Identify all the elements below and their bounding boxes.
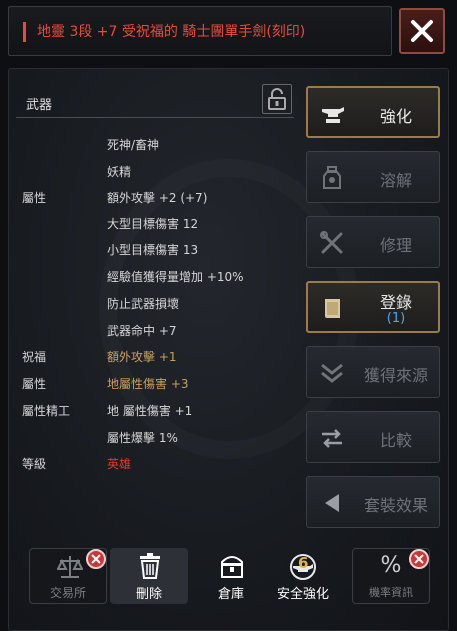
unavailable-badge (409, 549, 429, 569)
swap-icon (322, 429, 342, 448)
close-icon (91, 554, 101, 564)
dissolve-label: 溶解 (379, 171, 412, 190)
chevron-down-icon (321, 363, 343, 383)
attribute-row: 妖精 (22, 163, 302, 183)
attribute-row: 屬性 額外攻擊 +2 (+7) (22, 189, 302, 209)
item-category-label: 武器 (26, 98, 53, 113)
attribute-row: 武器命中 +7 (22, 322, 302, 342)
delete-button[interactable]: 刪除 (110, 548, 188, 604)
attribute-value: 地屬性傷害 +3 (107, 377, 189, 391)
item-title-bar: 地靈 3段 +7 受祝福的 騎士團單手劍(刻印) (8, 6, 392, 56)
register-label: 登錄 (379, 293, 412, 312)
close-button[interactable] (399, 8, 445, 54)
tools-icon (320, 231, 343, 254)
anvil-icon (322, 107, 344, 123)
warehouse-button[interactable]: 倉庫 (192, 548, 270, 604)
delete-label: 刪除 (135, 587, 162, 602)
probability-label: 機率資訊 (369, 586, 413, 599)
bottle-icon (323, 166, 341, 189)
unavailable-badge (86, 549, 106, 569)
attribute-row: 等級 英雄 (22, 455, 302, 475)
attribute-row: 屬性爆擊 1% (22, 429, 302, 449)
attribute-value: 小型目標傷害 13 (107, 243, 199, 257)
attribute-value: 屬性爆擊 1% (107, 431, 178, 445)
attribute-value: 妖精 (107, 165, 132, 179)
close-icon (414, 554, 424, 564)
exchange-button[interactable]: 交易所 (29, 548, 107, 604)
attribute-value: 額外攻擊 +2 (+7) (107, 191, 208, 205)
enhance-label: 強化 (379, 107, 412, 126)
attribute-label: 等級 (22, 457, 47, 471)
attribute-value: 經驗值獲得量增加 +10% (107, 270, 244, 284)
triangle-left-icon (325, 494, 339, 512)
item-title: 地靈 3段 +7 受祝福的 騎士團單手劍(刻印) (37, 24, 306, 40)
trash-icon (140, 553, 160, 579)
attribute-value: 死神/畜神 (107, 138, 160, 152)
clipped-attribute-line (107, 114, 207, 122)
book-icon (325, 299, 340, 318)
compare-label: 比較 (379, 431, 412, 450)
compare-button[interactable]: 比較 (306, 411, 440, 463)
attribute-label: 屬性 (22, 377, 47, 391)
set-effect-button[interactable]: 套裝效果 (306, 476, 440, 528)
safe-enhance-button[interactable]: 6 安全強化 (263, 548, 343, 604)
attribute-row: 防止武器損壞 (22, 295, 302, 315)
attribute-row: 屬性精工 地 屬性傷害 +1 (22, 402, 302, 422)
repair-label: 修理 (379, 236, 412, 255)
attribute-row: 死神/畜神 (22, 136, 302, 156)
probability-button[interactable]: % 機率資訊 (352, 548, 430, 604)
source-button[interactable]: 獲得來源 (306, 346, 440, 398)
attribute-value: 武器命中 +7 (107, 324, 177, 338)
attribute-label: 屬性 (22, 191, 47, 205)
attribute-value: 英雄 (107, 457, 132, 471)
attribute-row: 小型目標傷害 13 (22, 241, 302, 261)
warehouse-label: 倉庫 (217, 587, 244, 602)
attribute-value: 額外攻擊 +1 (107, 350, 177, 364)
attribute-label: 屬性精工 (22, 404, 71, 418)
safe-enhance-icon: 6 (288, 552, 318, 582)
unlock-icon (268, 88, 286, 110)
attribute-row: 經驗值獲得量增加 +10% (22, 268, 302, 288)
attribute-row: 屬性 地屬性傷害 +3 (22, 375, 302, 395)
chest-icon (221, 556, 243, 578)
attribute-value: 地 屬性傷害 +1 (107, 404, 193, 418)
attribute-label: 祝福 (22, 350, 47, 364)
attribute-value: 防止武器損壞 (107, 297, 180, 311)
exchange-label: 交易所 (49, 586, 86, 600)
safe-enhance-label: 安全強化 (276, 587, 329, 602)
repair-button[interactable]: 修理 (306, 216, 440, 268)
register-count: (1) (386, 311, 406, 326)
source-label: 獲得來源 (363, 366, 428, 385)
title-marker (23, 22, 26, 42)
scale-icon (57, 556, 83, 578)
attribute-row: 祝福 額外攻擊 +1 (22, 348, 302, 368)
attribute-row: 大型目標傷害 12 (22, 215, 302, 235)
lock-button[interactable] (262, 84, 292, 114)
enhance-button[interactable]: 強化 (306, 86, 440, 138)
dissolve-button[interactable]: 溶解 (306, 151, 440, 203)
set-effect-label: 套裝效果 (363, 496, 428, 515)
register-button[interactable]: 登錄 (1) (306, 281, 440, 333)
attribute-value: 大型目標傷害 12 (107, 217, 199, 231)
safe-enhance-level: 6 (298, 554, 309, 572)
close-icon (411, 20, 433, 42)
